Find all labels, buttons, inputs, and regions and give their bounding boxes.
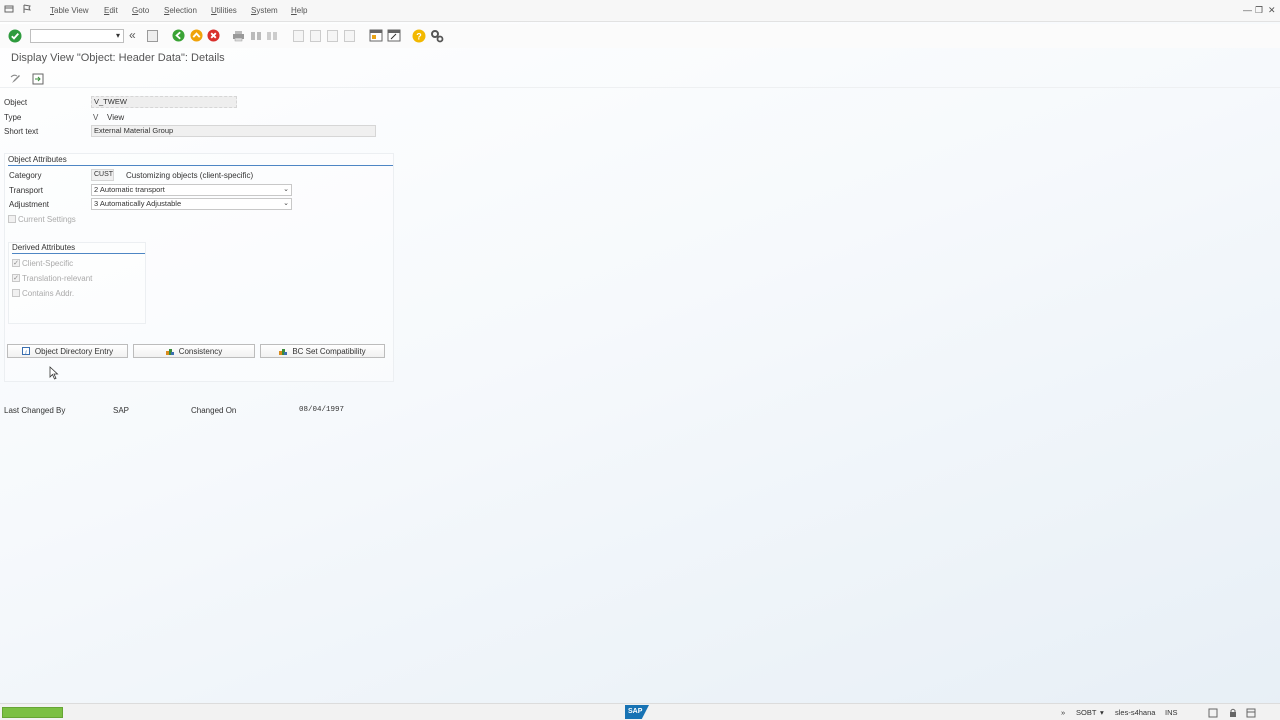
translation-relevant-checkbox[interactable]: ✓ — [12, 274, 20, 282]
next-page-icon[interactable] — [327, 30, 338, 42]
last-changed-by-label: Last Changed By — [4, 406, 66, 415]
page-title: Display View "Object: Header Data": Deta… — [11, 52, 225, 64]
restore-button[interactable]: ❐ — [1255, 5, 1263, 16]
transport-value: 2 Automatic transport — [94, 185, 165, 194]
category-label: Category — [9, 171, 42, 180]
contains-addr-label: Contains Addr. — [22, 289, 75, 298]
bc-set-icon — [279, 349, 288, 355]
new-session-icon[interactable] — [369, 29, 383, 42]
client-specific-label: Client-Specific — [22, 259, 74, 268]
object-field[interactable]: V_TWEW — [91, 96, 237, 108]
previous-page-icon[interactable] — [310, 30, 321, 42]
info-icon: i — [21, 347, 30, 355]
help-icon[interactable]: ? — [412, 29, 426, 43]
adjustment-select[interactable]: 3 Automatically Adjustable ⌄ — [91, 198, 292, 210]
derived-attributes-title: Derived Attributes — [12, 243, 145, 254]
category-code-field[interactable]: CUST — [91, 169, 114, 181]
current-settings-label: Current Settings — [18, 215, 76, 224]
object-directory-entry-label: Object Directory Entry — [34, 346, 114, 356]
command-field[interactable]: ▾ — [30, 29, 124, 43]
sap-logo: SAP — [625, 705, 649, 719]
find-icon[interactable] — [250, 30, 262, 42]
object-attributes-title: Object Attributes — [8, 155, 393, 166]
lock-icon[interactable] — [1228, 708, 1238, 718]
svg-text:?: ? — [416, 32, 422, 42]
mouse-cursor-icon — [49, 366, 59, 380]
menu-selection[interactable]: Selection — [164, 6, 197, 15]
transport-label: Transport — [9, 186, 43, 195]
system-name: SOBT — [1076, 708, 1097, 717]
application-toolbar — [0, 70, 1280, 88]
minimize-button[interactable]: — — [1243, 5, 1252, 15]
object-label: Object — [4, 98, 28, 107]
other-object-icon[interactable] — [32, 73, 44, 85]
contains-addr-checkbox[interactable] — [12, 289, 20, 297]
menu-icons — [4, 4, 32, 14]
settings-gear-icon[interactable] — [430, 29, 444, 43]
status-expand-arrows[interactable]: » — [1061, 708, 1065, 717]
menu-bar: Table View Edit Goto Selection Utilities… — [0, 0, 1280, 22]
adjustment-label: Adjustment — [9, 200, 50, 209]
print-icon[interactable] — [232, 30, 245, 42]
derived-attributes-group — [8, 242, 146, 324]
shortcut-icon[interactable] — [387, 29, 401, 42]
sap-menu-icon[interactable] — [4, 4, 14, 14]
type-code: V — [93, 113, 99, 122]
consistency-check-icon — [165, 349, 174, 355]
type-label: Type — [4, 113, 22, 122]
changed-on-label: Changed On — [191, 406, 237, 415]
last-page-icon[interactable] — [344, 30, 355, 42]
short-text-field[interactable]: External Material Group — [91, 125, 376, 137]
bc-set-compatibility-label: BC Set Compatibility — [292, 346, 366, 356]
current-settings-checkbox[interactable] — [8, 215, 16, 223]
menu-goto[interactable]: Goto — [132, 6, 149, 15]
cancel-icon[interactable] — [207, 29, 220, 42]
last-changed-by-value: SAP — [113, 406, 130, 415]
system-toolbar: ▾ « ? — [0, 24, 1280, 48]
category-text: Customizing objects (client-specific) — [126, 171, 254, 180]
chevron-down-icon[interactable]: ⌄ — [283, 185, 289, 195]
exit-icon[interactable] — [190, 29, 203, 42]
object-directory-entry-button[interactable]: i Object Directory Entry — [7, 344, 128, 358]
menu-edit[interactable]: Edit — [104, 6, 118, 15]
bc-set-compatibility-button[interactable]: BC Set Compatibility — [260, 344, 385, 358]
short-text-label: Short text — [4, 127, 39, 136]
title-bar: Display View "Object: Header Data": Deta… — [0, 48, 1280, 68]
chevron-down-icon[interactable]: ▾ — [1100, 708, 1104, 717]
double-chevron-left-icon[interactable]: « — [129, 28, 136, 42]
chevron-down-icon[interactable]: ⌄ — [283, 199, 289, 209]
insert-mode: INS — [1165, 708, 1178, 717]
client-specific-checkbox[interactable]: ✓ — [12, 259, 20, 267]
chevron-down-icon[interactable]: ▾ — [116, 31, 120, 40]
back-icon[interactable] — [172, 29, 185, 42]
menu-table-view[interactable]: Table View — [50, 6, 89, 15]
transport-select[interactable]: 2 Automatic transport ⌄ — [91, 184, 292, 196]
menu-system[interactable]: System — [251, 6, 278, 15]
type-text: View — [107, 113, 125, 122]
progress-indicator — [2, 707, 63, 718]
find-next-icon[interactable] — [266, 30, 278, 42]
ok-checkmark-icon[interactable] — [8, 29, 22, 43]
consistency-label: Consistency — [178, 346, 223, 356]
layout-menu-icon[interactable] — [1246, 708, 1256, 718]
consistency-button[interactable]: Consistency — [133, 344, 255, 358]
close-window-button[interactable]: ✕ — [1268, 5, 1276, 16]
menu-help[interactable]: Help — [291, 6, 307, 15]
server-name: sles-s4hana — [1115, 708, 1156, 717]
flag-icon[interactable] — [22, 4, 32, 14]
adjustment-value: 3 Automatically Adjustable — [94, 199, 182, 208]
translation-relevant-label: Translation-relevant — [22, 274, 93, 283]
display-change-icon[interactable] — [10, 73, 22, 85]
save-icon[interactable] — [147, 30, 158, 42]
changed-on-value: 08/04/1997 — [299, 406, 345, 414]
menu-utilities[interactable]: Utilities — [211, 6, 237, 15]
status-window-icon[interactable] — [1208, 708, 1218, 718]
status-bar: SAP » SOBT ▾ sles-s4hana INS — [0, 703, 1280, 720]
first-page-icon[interactable] — [293, 30, 304, 42]
